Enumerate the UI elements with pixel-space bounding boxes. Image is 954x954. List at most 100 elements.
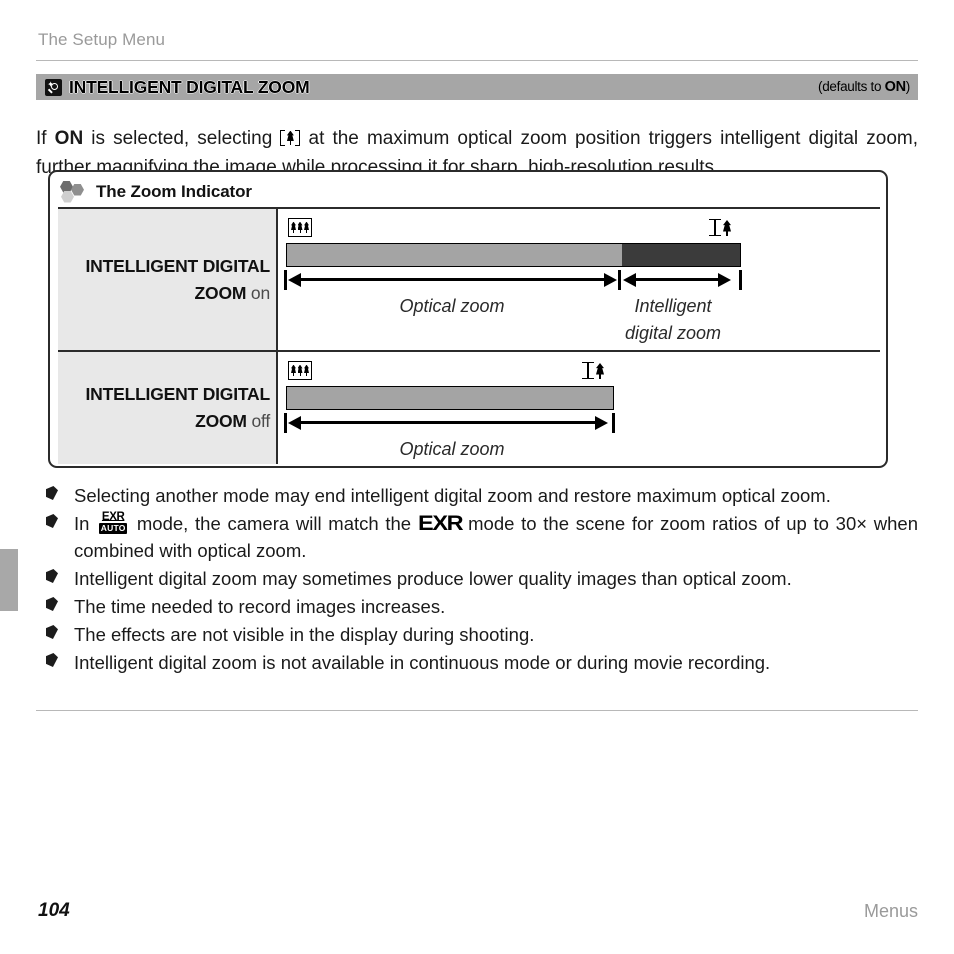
table-row: INTELLIGENT DIGITAL ZOOM on Optical zoom… — [58, 209, 880, 350]
list-item: Selecting another mode may end intellige… — [44, 482, 918, 509]
magnifier-lens — [50, 82, 58, 90]
page-number: 104 — [38, 900, 70, 921]
section-header-bar: ✦ INTELLIGENT DIGITAL ZOOM (defaults to … — [36, 74, 918, 100]
tree-glyph — [291, 364, 296, 377]
tree-trunk — [306, 228, 307, 234]
bracket-right — [295, 130, 301, 146]
tree-glyph — [297, 364, 303, 377]
range-tick-mid — [618, 270, 621, 290]
tree-glyph — [286, 130, 294, 146]
tree-trunk — [293, 228, 294, 234]
bullet-diamond-icon — [46, 514, 58, 528]
tree-trunk — [726, 229, 728, 236]
magnifier-sparkle-icon: ✦ — [45, 78, 62, 96]
zoom-range-arrows-on — [284, 269, 744, 291]
bracket-right — [582, 362, 588, 379]
hexagon-light — [61, 191, 74, 203]
range-tick-end — [612, 413, 615, 433]
row-label-text: INTELLIGENT DIGITAL ZOOM on — [58, 253, 271, 307]
section-default-note: (defaults to ON) — [818, 79, 910, 95]
tree-glyph — [304, 221, 309, 234]
zoom-bar-on — [286, 243, 741, 267]
list-item: The time needed to record images increas… — [44, 593, 918, 620]
hexagons-icon — [60, 181, 88, 203]
row-graphic-cell-on: Optical zoom Intelligent digital zoom — [278, 209, 880, 350]
notes-bullet-list: Selecting another mode may end intellige… — [44, 482, 918, 677]
auto-badge: AUTO — [99, 523, 128, 534]
range-tick-start — [284, 413, 287, 433]
tree-trunk — [299, 371, 301, 377]
hexagon-mid — [71, 184, 84, 196]
intro-bold-on: ON — [54, 128, 84, 149]
note-title-row: The Zoom Indicator — [60, 179, 252, 205]
footer-section-name: Menus — [863, 901, 918, 921]
intro-part1: If — [36, 128, 55, 149]
bullet-diamond-icon — [46, 625, 58, 639]
edge-tab-marker — [0, 549, 18, 611]
bullet-diamond-icon — [46, 486, 58, 500]
exr-text: EXR — [101, 511, 125, 523]
row-label-text: INTELLIGENT DIGITAL ZOOM off — [58, 381, 271, 435]
bracket-left — [280, 130, 286, 146]
list-item: In EXR AUTO mode, the camera will match t… — [44, 510, 918, 564]
row-label-cell-on: INTELLIGENT DIGITAL ZOOM on — [58, 209, 278, 350]
arrow-shaft-optical — [298, 421, 598, 425]
default-prefix: (defaults to — [818, 79, 885, 94]
tree-glyph — [297, 221, 303, 234]
row-label-bold: INTELLIGENT DIGITAL ZOOM — [85, 255, 271, 303]
list-item: Intelligent digital zoom is not availabl… — [44, 649, 918, 676]
arrow-head-right — [604, 272, 617, 287]
list-item: Intelligent digital zoom may sometimes p… — [44, 565, 918, 592]
row-label-cell-off: INTELLIGENT DIGITAL ZOOM off — [58, 352, 278, 464]
row-label-state: off — [251, 411, 270, 431]
optical-zoom-segment — [287, 387, 613, 409]
bracket-right — [709, 219, 715, 236]
tree-trunk — [289, 139, 291, 146]
caption-intelligent-digital-zoom: Intelligent digital zoom — [624, 296, 722, 343]
row-label-state: on — [250, 282, 270, 303]
zoom-bar-off — [286, 386, 614, 410]
default-value: ON — [884, 79, 906, 95]
list-item-text: The effects are not visible in the displ… — [74, 624, 535, 645]
hexagon-dark — [60, 181, 73, 193]
optical-zoom-segment — [287, 244, 622, 266]
tree-glyph — [596, 363, 604, 379]
caption-optical-zoom: Optical zoom — [399, 296, 505, 316]
exr-auto-icon: EXR AUTO — [96, 511, 130, 534]
list-item-text: Intelligent digital zoom may sometimes p… — [74, 568, 792, 589]
intro-part2: is selected, selecting — [83, 128, 281, 149]
header-divider — [36, 60, 918, 61]
telephoto-zoom-icon — [280, 129, 301, 147]
arrow-head-right — [595, 415, 608, 430]
section-title: INTELLIGENT DIGITAL ZOOM — [69, 76, 310, 97]
table-row: INTELLIGENT DIGITAL ZOOM off Optical zoo… — [58, 352, 880, 464]
note-title: The Zoom Indicator — [96, 182, 252, 201]
list-item-text-pre: In — [74, 513, 97, 534]
bracket-left — [588, 362, 594, 379]
row-label-bold: INTELLIGENT DIGITAL ZOOM — [85, 384, 271, 431]
tree-glyph — [723, 220, 731, 236]
arrow-shaft-digital — [633, 278, 722, 282]
tree-glyph — [291, 221, 296, 234]
arrow-shaft-optical — [298, 278, 608, 282]
tree-trunk — [599, 372, 601, 379]
tree-trunk — [293, 371, 294, 377]
list-item-text-mid: mode, the camera will match the — [130, 513, 418, 534]
default-suffix: ) — [905, 79, 911, 94]
list-item: The effects are not visible in the displ… — [44, 621, 918, 648]
running-head: The Setup Menu — [38, 30, 166, 49]
arrow-head-right — [718, 272, 731, 287]
row-graphic-cell-off: Optical zoom — [278, 352, 880, 464]
tree-glyph — [304, 364, 309, 377]
intelligent-digital-zoom-segment — [622, 244, 740, 266]
list-item-text: Intelligent digital zoom is not availabl… — [74, 652, 771, 673]
caption-optical-zoom: Optical zoom — [399, 439, 505, 459]
exr-logo-icon: EXR — [417, 512, 464, 535]
zoom-indicator-note-box: The Zoom Indicator INTELLIGENT DIGITAL Z… — [48, 170, 888, 468]
zoom-range-arrows-off — [284, 412, 624, 434]
range-tick-start — [284, 270, 287, 290]
tree-trunk — [306, 371, 307, 377]
bullet-diamond-icon — [46, 597, 58, 611]
footer-divider — [36, 710, 918, 711]
tree-trunk — [299, 228, 301, 234]
